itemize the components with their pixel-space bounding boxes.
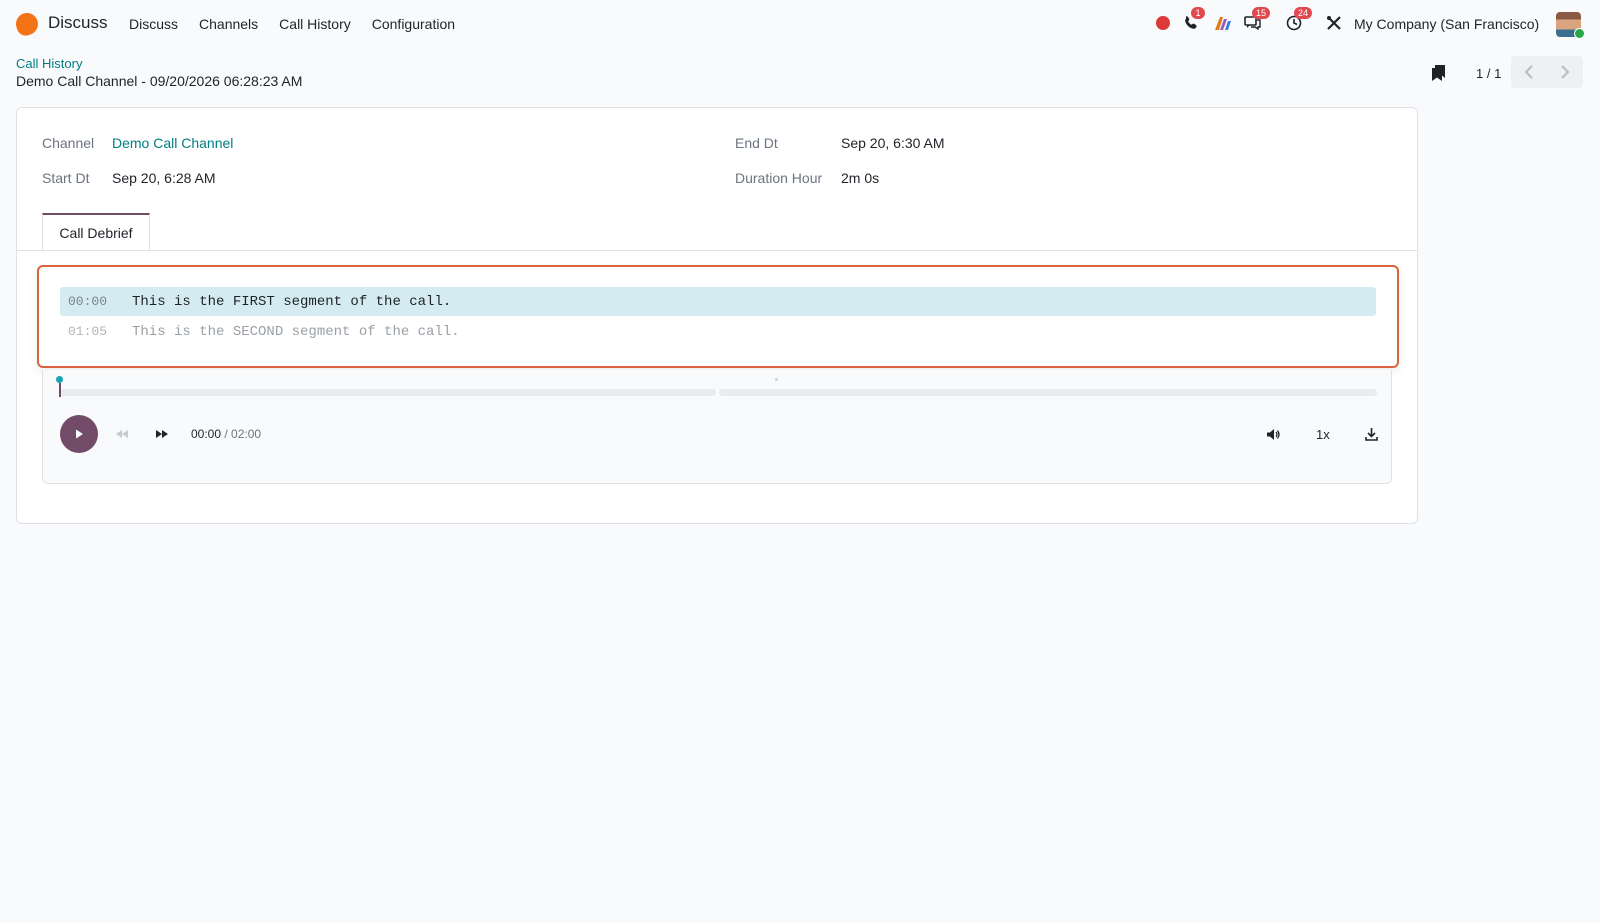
playhead-cursor <box>59 383 61 397</box>
play-button[interactable] <box>60 415 98 453</box>
channel-label: Channel <box>42 135 95 151</box>
total-time: 02:00 <box>231 427 262 441</box>
app-name[interactable]: Discuss <box>48 13 108 33</box>
breadcrumb-call-history[interactable]: Call History <box>16 56 82 71</box>
calls-badge: 1 <box>1191 7 1205 19</box>
clock-icon[interactable]: 24 <box>1282 7 1313 36</box>
chevron-left-icon <box>1524 65 1533 79</box>
transcript-panel: 00:00 This is the FIRST segment of the c… <box>37 265 1399 368</box>
menu-item-call-history[interactable]: Call History <box>279 16 351 32</box>
messages-badge: 15 <box>1252 7 1271 19</box>
top-navbar: Discuss Discuss Channels Call History Co… <box>0 0 1600 46</box>
pager-buttons <box>1511 56 1583 88</box>
chevron-right-icon <box>1561 65 1570 79</box>
transcript-segment[interactable]: 00:00 This is the FIRST segment of the c… <box>60 287 1376 316</box>
time-separator: / <box>221 427 232 441</box>
download-button[interactable] <box>1361 425 1381 443</box>
messages-icon[interactable]: 15 <box>1240 7 1271 36</box>
end-dt-label: End Dt <box>735 135 778 151</box>
pager-previous-button[interactable] <box>1511 56 1547 88</box>
menu-item-discuss[interactable]: Discuss <box>129 16 178 32</box>
current-time: 00:00 <box>191 427 222 441</box>
duration-hour-value: 2m 0s <box>841 170 880 186</box>
segment-timestamp: 01:05 <box>68 324 108 339</box>
recording-indicator-icon[interactable] <box>1151 10 1175 36</box>
playhead-handle[interactable] <box>56 376 63 383</box>
record-title: Demo Call Channel - 09/20/2026 06:28:23 … <box>16 73 303 89</box>
rewind-button[interactable] <box>112 425 132 443</box>
transcript-segment[interactable]: 01:05 This is the SECOND segment of the … <box>60 317 1376 346</box>
tools-icon[interactable] <box>1322 10 1346 36</box>
menu-item-configuration[interactable]: Configuration <box>372 16 455 32</box>
waveform-track-left[interactable] <box>60 389 716 396</box>
start-dt-value: Sep 20, 6:28 AM <box>112 170 216 186</box>
main-menu: Discuss Channels Call History Configurat… <box>129 16 476 32</box>
start-dt-label: Start Dt <box>42 170 90 186</box>
audio-player: 00:00 / 02:00 1x <box>42 370 1392 484</box>
volume-icon <box>1266 428 1280 440</box>
segment-text: This is the FIRST segment of the call. <box>132 293 452 310</box>
segment-text: This is the SECOND segment of the call. <box>132 323 460 340</box>
tab-divider <box>17 250 1417 251</box>
end-dt-value: Sep 20, 6:30 AM <box>841 135 945 151</box>
waveform-track-right[interactable] <box>719 389 1377 396</box>
rewind-icon <box>116 430 128 438</box>
channel-link[interactable]: Demo Call Channel <box>112 135 233 151</box>
pager-value[interactable]: 1 / 1 <box>1476 66 1501 81</box>
tab-call-debrief[interactable]: Call Debrief <box>42 213 150 251</box>
menu-item-channels[interactable]: Channels <box>199 16 258 32</box>
playback-speed[interactable]: 1x <box>1316 427 1330 442</box>
form-sheet: Channel Demo Call Channel Start Dt Sep 2… <box>16 107 1418 524</box>
download-icon <box>1364 428 1378 441</box>
online-status-icon <box>1574 28 1585 39</box>
ai-assistant-icon[interactable] <box>1211 10 1235 36</box>
fast-forward-button[interactable] <box>152 425 172 443</box>
phone-icon[interactable]: 1 <box>1179 7 1205 36</box>
play-icon <box>76 429 83 439</box>
segment-timestamp: 00:00 <box>68 294 108 309</box>
volume-button[interactable] <box>1263 425 1283 443</box>
segment-marker <box>775 378 778 381</box>
activities-badge: 24 <box>1294 7 1313 19</box>
fast-forward-icon <box>156 430 168 438</box>
duration-hour-label: Duration Hour <box>735 170 823 186</box>
pager-next-button[interactable] <box>1547 56 1583 88</box>
bookmark-icon[interactable] <box>1431 64 1447 82</box>
company-switcher[interactable]: My Company (San Francisco) <box>1354 16 1539 32</box>
discuss-logo-icon[interactable] <box>12 9 42 39</box>
playback-time: 00:00 / 02:00 <box>191 427 261 441</box>
